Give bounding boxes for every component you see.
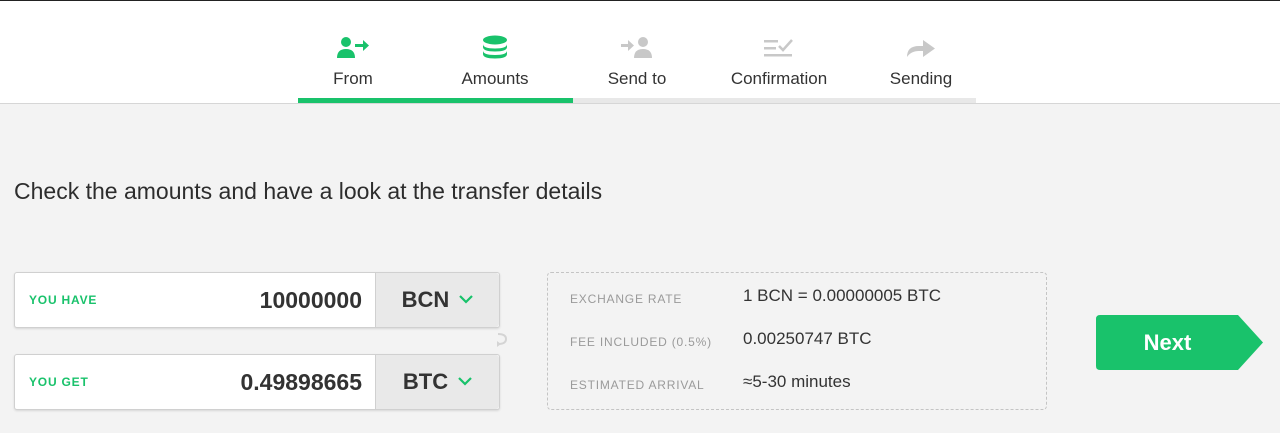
step-label: Confirmation [730,69,828,88]
forward-arrow-icon [904,35,938,61]
fee-label: FEE INCLUDED (0.5%) [570,335,712,349]
you-get-currency-select[interactable]: BTC [375,355,499,409]
arrow-user-icon [620,35,654,61]
step-label: Amounts [461,69,529,88]
you-get-label: YOU GET [29,375,89,389]
fee-value: 0.00250747 BTC [743,329,872,348]
you-have-label: YOU HAVE [29,293,98,307]
step-amounts[interactable]: Amounts [424,1,566,101]
swap-icon[interactable] [493,330,511,348]
page-heading: Check the amounts and have a look at the… [14,178,603,204]
step-label: From [333,69,373,88]
arrival-label: ESTIMATED ARRIVAL [570,378,705,392]
user-arrow-icon [336,35,370,61]
step-label: Send to [607,69,667,88]
exchange-rate-label: EXCHANGE RATE [570,292,683,306]
checklist-icon [762,35,796,61]
currency-code: BCN [401,287,450,312]
you-have-field: YOU HAVE 10000000 BCN [14,272,500,328]
you-have-currency-select[interactable]: BCN [375,273,499,327]
currency-code: BTC [402,369,449,394]
step-send-to[interactable]: Send to [566,1,708,101]
chevron-down-icon [458,373,472,391]
transfer-details-panel: EXCHANGE RATE 1 BCN = 0.00000005 BTC FEE… [547,272,1047,410]
steps-header: From Amounts Send to Confirmation Sendin… [0,0,1280,104]
step-confirmation[interactable]: Confirmation [708,1,850,101]
step-label: Sending [889,69,953,88]
coins-stack-icon [478,35,512,61]
fee-row: FEE INCLUDED (0.5%) 0.00250747 BTC [548,329,1046,353]
chevron-down-icon [459,291,474,309]
next-button[interactable]: Next [1096,315,1264,370]
next-button-label: Next [1143,329,1192,355]
arrival-value: ≈5-30 minutes [743,372,851,391]
exchange-rate-value: 1 BCN = 0.00000005 BTC [743,286,941,305]
step-navigation: From Amounts Send to Confirmation Sendin… [298,1,976,105]
progress-track [298,98,976,103]
you-get-field: YOU GET 0.49898665 BTC [14,354,500,410]
exchange-rate-row: EXCHANGE RATE 1 BCN = 0.00000005 BTC [548,286,1046,310]
you-have-amount-input[interactable]: 10000000 [142,287,362,314]
step-sending[interactable]: Sending [850,1,992,101]
you-get-amount-input[interactable]: 0.49898665 [142,369,362,396]
step-from[interactable]: From [282,1,424,101]
arrival-row: ESTIMATED ARRIVAL ≈5-30 minutes [548,372,1046,396]
progress-fill [298,98,573,103]
